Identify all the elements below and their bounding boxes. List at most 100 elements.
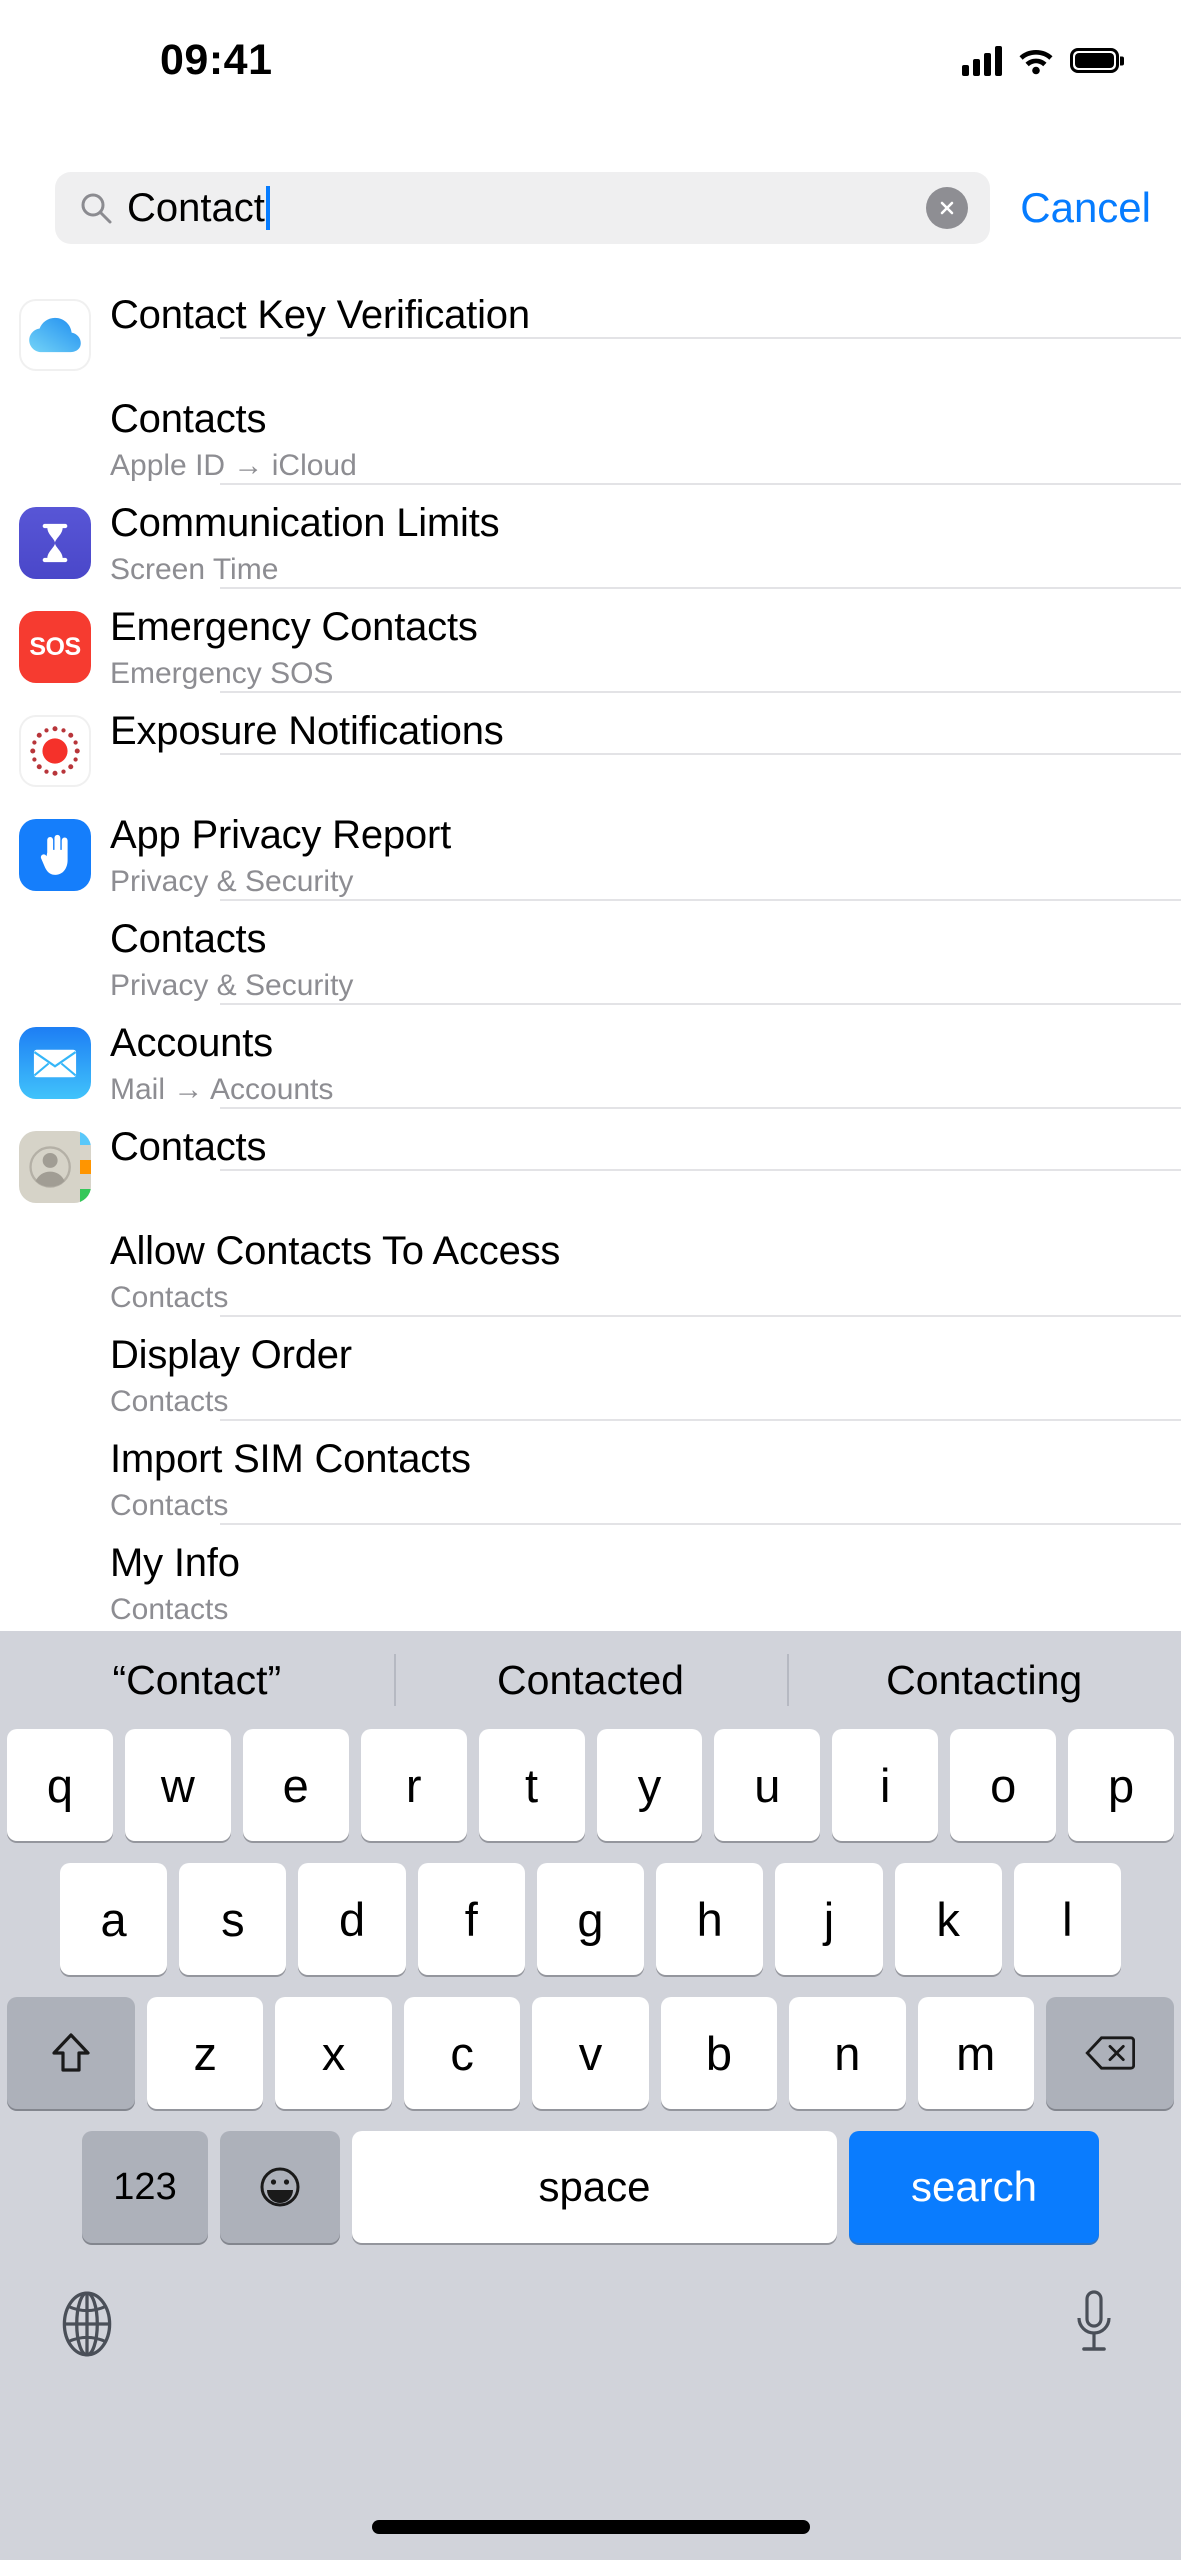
key-x[interactable]: x [275,1997,392,2109]
row-text: Exposure Notifications [110,702,1181,756]
contacts-app-icon [19,1131,91,1203]
hand-glyph [40,834,68,875]
dictation-key[interactable] [1057,2287,1131,2361]
key-b[interactable]: b [660,1997,778,2109]
result-title: Contact Key Verification [110,293,530,337]
row-icon-slot [0,1118,110,1203]
key-f[interactable]: f [417,1863,525,1975]
numbers-key[interactable]: 123 [82,2131,208,2243]
row-text: Accounts Mail → Accounts [110,1014,1181,1110]
key-d[interactable]: d [298,1863,406,1975]
row-divider [220,587,1181,590]
result-subtitle: Privacy & Security [110,969,354,1003]
key-n[interactable]: n [789,1997,906,2109]
row-icon-slot [0,1326,110,1339]
result-subtitle: Privacy & Security [110,865,354,899]
key-m[interactable]: m [917,1997,1034,2109]
search-return-key[interactable]: search [849,2131,1099,2243]
key-o[interactable]: o [950,1729,1057,1841]
key-j[interactable]: j [775,1863,883,1975]
row-icon-slot [0,910,110,923]
signal-bars-icon [962,45,1002,76]
key-s[interactable]: s [179,1863,287,1975]
space-key[interactable]: space [352,2131,837,2243]
row-icon-slot: SOS [0,598,110,683]
search-result-row[interactable]: Allow Contacts To Access Contacts [0,1222,1181,1326]
row-icon-slot [0,1430,110,1443]
search-result-row[interactable]: Contacts [0,1118,1181,1222]
search-input[interactable]: Contact [55,172,991,244]
cancel-button[interactable]: Cancel [1020,184,1151,232]
search-result-row[interactable]: Contacts Privacy & Security [0,910,1181,1014]
key-a[interactable]: a [60,1863,168,1975]
key-p[interactable]: p [1068,1729,1175,1841]
result-title: Accounts [110,1021,273,1065]
row-divider [220,1523,1181,1526]
search-result-row[interactable]: Accounts Mail → Accounts [0,1014,1181,1118]
row-text: Display Order Contacts [110,1326,1181,1422]
key-v[interactable]: v [532,1997,649,2109]
row-text: Contacts [110,1118,1181,1172]
key-e[interactable]: e [242,1729,349,1841]
radiating-dot-glyph [30,726,80,776]
result-title: App Privacy Report [110,813,451,857]
wifi-icon [1019,49,1053,74]
search-result-row[interactable]: Display Order Contacts [0,1326,1181,1430]
prediction-candidate[interactable]: Contacting [787,1657,1181,1704]
row-divider [220,1107,1181,1110]
clear-search-button[interactable] [926,187,969,229]
row-icon-slot [0,494,110,579]
prediction-candidate[interactable]: Contacted [394,1657,788,1704]
search-result-row[interactable]: App Privacy Report Privacy & Security [0,806,1181,910]
result-subtitle: Contacts [110,1281,229,1315]
globe-key[interactable] [50,2287,124,2361]
keyboard-row-4: 123 space search [0,2131,1181,2243]
shift-key[interactable] [7,1997,136,2109]
key-g[interactable]: g [536,1863,645,1975]
status-bar-indicators [962,45,1119,76]
row-divider [220,1003,1181,1006]
result-subtitle: Contacts [110,1593,229,1627]
key-t[interactable]: t [478,1729,585,1841]
shift-up-arrow-icon [52,2033,90,2072]
backspace-icon [1085,2036,1135,2070]
search-results-list[interactable]: Contact Key Verification Contacts Apple … [0,286,1181,1631]
row-icon-slot [0,1014,110,1099]
key-h[interactable]: h [656,1863,764,1975]
key-y[interactable]: y [596,1729,703,1841]
search-result-row[interactable]: Contact Key Verification [0,286,1181,390]
result-subtitle: Contacts [110,1385,229,1419]
contacts-tabs [80,1131,91,1203]
key-r[interactable]: r [360,1729,467,1841]
key-k[interactable]: k [894,1863,1002,1975]
emoji-key[interactable] [220,2131,340,2243]
key-q[interactable]: q [6,1729,113,1841]
key-z[interactable]: z [147,1997,264,2109]
key-i[interactable]: i [832,1729,939,1841]
search-result-row[interactable]: Contacts Apple ID → iCloud [0,390,1181,494]
search-result-row[interactable]: Import SIM Contacts Contacts [0,1430,1181,1534]
prediction-candidate[interactable]: “Contact” [0,1657,394,1704]
key-w[interactable]: w [124,1729,231,1841]
cloud-glyph [29,317,81,353]
exposure-notifications-icon [19,715,91,787]
backspace-key[interactable] [1045,1997,1174,2109]
key-u[interactable]: u [714,1729,821,1841]
result-title: Emergency Contacts [110,605,478,649]
search-result-row[interactable]: Communication Limits Screen Time [0,494,1181,598]
row-icon-slot [0,286,110,371]
key-c[interactable]: c [403,1997,521,2109]
globe-icon [62,2291,112,2357]
search-result-row[interactable]: My Info Contacts [0,1534,1181,1631]
key-l[interactable]: l [1013,1863,1121,1975]
mail-icon [19,1027,91,1099]
search-result-row[interactable]: SOS Emergency Contacts Emergency SOS [0,598,1181,702]
search-result-row[interactable]: Exposure Notifications [0,702,1181,806]
result-title: Contacts [110,917,267,961]
row-text: Communication Limits Screen Time [110,494,1181,590]
row-text: Emergency Contacts Emergency SOS [110,598,1181,694]
result-title: Import SIM Contacts [110,1437,471,1481]
row-text: Import SIM Contacts Contacts [110,1430,1181,1526]
envelope-glyph [33,1049,77,1077]
row-text: App Privacy Report Privacy & Security [110,806,1181,902]
